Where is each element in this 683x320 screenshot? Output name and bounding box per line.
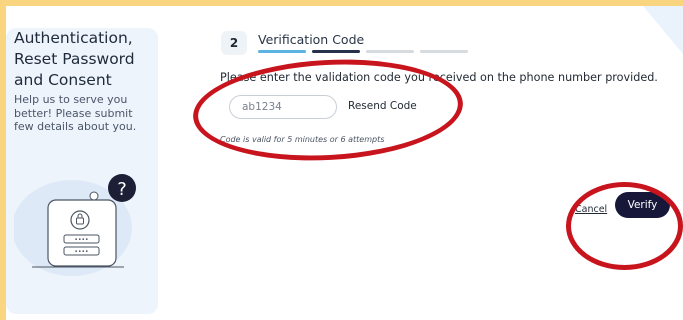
code-validity-note: Code is valid for 5 minutes or 6 attempt… bbox=[220, 135, 385, 144]
svg-text:••••: •••• bbox=[74, 237, 88, 244]
resend-code-button[interactable]: Resend Code bbox=[348, 100, 417, 112]
cancel-link[interactable]: Cancel bbox=[575, 204, 607, 215]
verify-button[interactable]: Verify bbox=[615, 192, 670, 218]
corner-decoration bbox=[643, 6, 683, 54]
top-border bbox=[0, 0, 683, 6]
progress-segment-4 bbox=[420, 50, 468, 53]
sidebar-title: Authentication, Reset Password and Conse… bbox=[14, 29, 135, 89]
step-title: Verification Code bbox=[258, 32, 365, 47]
password-lock-illustration: •••• •••• ? bbox=[14, 174, 136, 276]
progress-segment-3 bbox=[366, 50, 414, 53]
step-number: 2 bbox=[221, 31, 247, 55]
progress-segment-1 bbox=[258, 50, 306, 53]
instruction-text: Please enter the validation code you rec… bbox=[220, 71, 658, 84]
svg-text:?: ? bbox=[117, 179, 127, 200]
progress-segment-2 bbox=[312, 50, 360, 53]
step-progress-bar bbox=[258, 50, 468, 53]
sidebar-description: Help us to serve you better! Please subm… bbox=[14, 93, 137, 133]
verification-code-input[interactable] bbox=[229, 95, 337, 119]
svg-text:••••: •••• bbox=[74, 249, 88, 256]
